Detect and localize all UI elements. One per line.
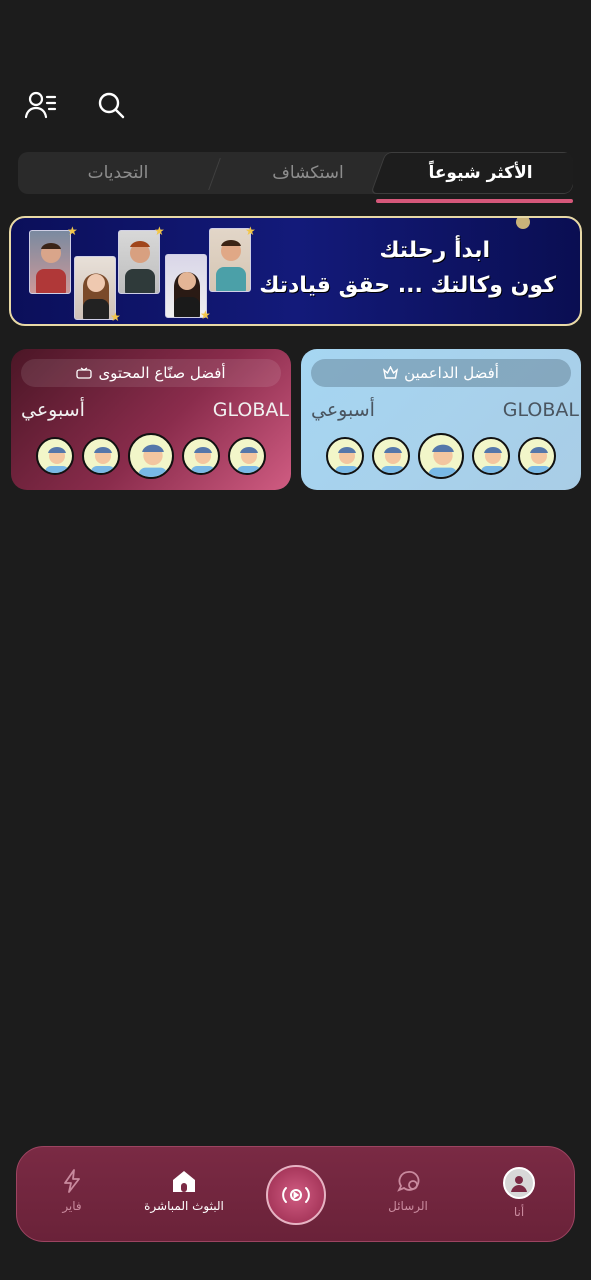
avatar[interactable] <box>182 437 220 475</box>
banner-subline: كون وكالتك ... حقق قيادتك <box>259 273 556 298</box>
banner-photo <box>118 230 160 294</box>
top-supporters-card[interactable]: أفضل الداعمين أسبوعي GLOBAL <box>301 349 581 490</box>
chat-icon <box>397 1171 420 1192</box>
banner-badge-icon <box>516 218 530 229</box>
live-broadcast-icon <box>282 1187 310 1203</box>
period-label: أسبوعي <box>21 399 85 421</box>
tab-challenges[interactable]: التحديات <box>18 152 218 194</box>
top-creators-card[interactable]: أفضل صنّاع المحتوى أسبوعي GLOBAL <box>11 349 291 490</box>
banner-headline: ابدأ رحلتك <box>379 238 490 263</box>
star-icon: ★ <box>200 308 211 322</box>
star-icon: ★ <box>110 310 121 324</box>
crown-icon <box>383 366 399 379</box>
search-icon[interactable] <box>94 88 128 122</box>
live-badge-icon <box>76 367 93 379</box>
avatar[interactable] <box>326 437 364 475</box>
card-meta-row: أسبوعي GLOBAL <box>21 399 289 421</box>
star-icon: ★ <box>67 224 78 238</box>
ranked-avatars <box>11 433 291 479</box>
nav-label: أنا <box>513 1205 525 1219</box>
star-icon: ★ <box>245 224 256 238</box>
nav-item-me[interactable]: أنا <box>474 1167 564 1219</box>
tab-popular[interactable]: الأكثر شيوعاً <box>388 152 573 194</box>
avatar[interactable] <box>82 437 120 475</box>
nav-label: البثوث المباشرة <box>144 1199 224 1213</box>
go-live-button[interactable] <box>266 1165 326 1225</box>
card-title: أفضل الداعمين <box>311 359 571 387</box>
period-label: أسبوعي <box>311 399 375 421</box>
home-icon <box>173 1171 195 1192</box>
star-icon: ★ <box>154 224 165 238</box>
avatar[interactable] <box>418 433 464 479</box>
avatar[interactable] <box>128 433 174 479</box>
nav-item-fire[interactable]: فاير <box>27 1169 117 1213</box>
avatar[interactable] <box>36 437 74 475</box>
promo-banner[interactable]: ★ ★ ★ ★ ★ ابدأ رحلتك كون وكالتك ... حقق … <box>9 216 582 326</box>
banner-photo <box>29 230 71 294</box>
ranked-avatars <box>301 433 581 479</box>
feed-tabs: الأكثر شيوعاً استكشاف التحديات <box>18 152 573 194</box>
nav-item-messages[interactable]: الرسائل <box>363 1169 453 1213</box>
avatar[interactable] <box>472 437 510 475</box>
nav-label: الرسائل <box>388 1199 428 1213</box>
region-label: GLOBAL <box>502 399 579 421</box>
region-label: GLOBAL <box>212 399 289 421</box>
user-list-icon[interactable] <box>24 88 58 122</box>
nav-label: فاير <box>62 1199 82 1213</box>
card-title: أفضل صنّاع المحتوى <box>21 359 281 387</box>
top-bar <box>24 88 128 122</box>
lightning-icon <box>64 1169 80 1193</box>
profile-avatar-icon <box>503 1167 535 1199</box>
avatar[interactable] <box>372 437 410 475</box>
card-meta-row: أسبوعي GLOBAL <box>311 399 579 421</box>
avatar[interactable] <box>228 437 266 475</box>
active-tab-indicator <box>376 199 573 203</box>
tab-explore[interactable]: استكشاف <box>208 152 408 194</box>
bottom-nav: فاير البثوث المباشرة الرسائل أنا <box>16 1146 575 1242</box>
card-title-label: أفضل الداعمين <box>404 364 499 382</box>
card-title-label: أفضل صنّاع المحتوى <box>98 364 226 382</box>
avatar[interactable] <box>518 437 556 475</box>
nav-item-live[interactable]: البثوث المباشرة <box>139 1169 229 1213</box>
